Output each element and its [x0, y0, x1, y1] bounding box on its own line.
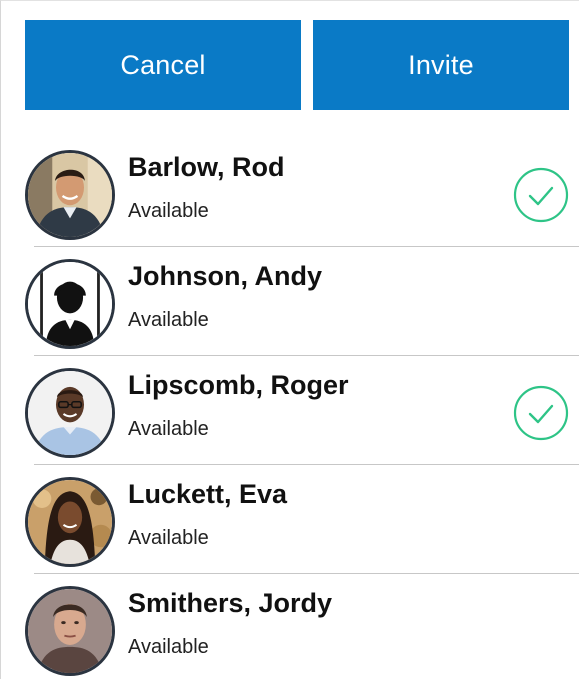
contact-status: Available	[128, 636, 209, 658]
photo-man-glasses-icon	[25, 368, 115, 458]
contact-name: Johnson, Andy	[128, 261, 322, 291]
cancel-button[interactable]: Cancel	[25, 20, 301, 110]
contact-name: Luckett, Eva	[128, 479, 288, 509]
photo-woman-braids-icon	[25, 477, 115, 567]
contact-status: Available	[128, 527, 209, 549]
contact-status: Available	[128, 200, 209, 222]
contact-row-smithers-jordy[interactable]: Smithers, Jordy Available	[0, 574, 579, 683]
contact-name: Barlow, Rod	[128, 152, 285, 182]
contact-row-lipscomb-roger[interactable]: Lipscomb, Roger Available	[0, 356, 579, 465]
invite-button[interactable]: Invite	[313, 20, 569, 110]
contact-list: Barlow, Rod Available Johnson, Andy Avai…	[0, 138, 579, 683]
selected-check-icon[interactable]	[513, 385, 569, 441]
photo-young-man-icon	[25, 586, 115, 676]
contact-row-barlow-rod[interactable]: Barlow, Rod Available	[0, 138, 579, 247]
contact-name: Smithers, Jordy	[128, 588, 333, 618]
contact-status: Available	[128, 309, 209, 331]
contact-row-johnson-andy[interactable]: Johnson, Andy Available	[0, 247, 579, 356]
contact-row-luckett-eva[interactable]: Luckett, Eva Available	[0, 465, 579, 574]
default-person-silhouette-icon	[25, 259, 115, 349]
photo-man-smiling-icon	[25, 150, 115, 240]
contact-status: Available	[128, 418, 209, 440]
selected-check-icon[interactable]	[513, 167, 569, 223]
contact-name: Lipscomb, Roger	[128, 370, 349, 400]
